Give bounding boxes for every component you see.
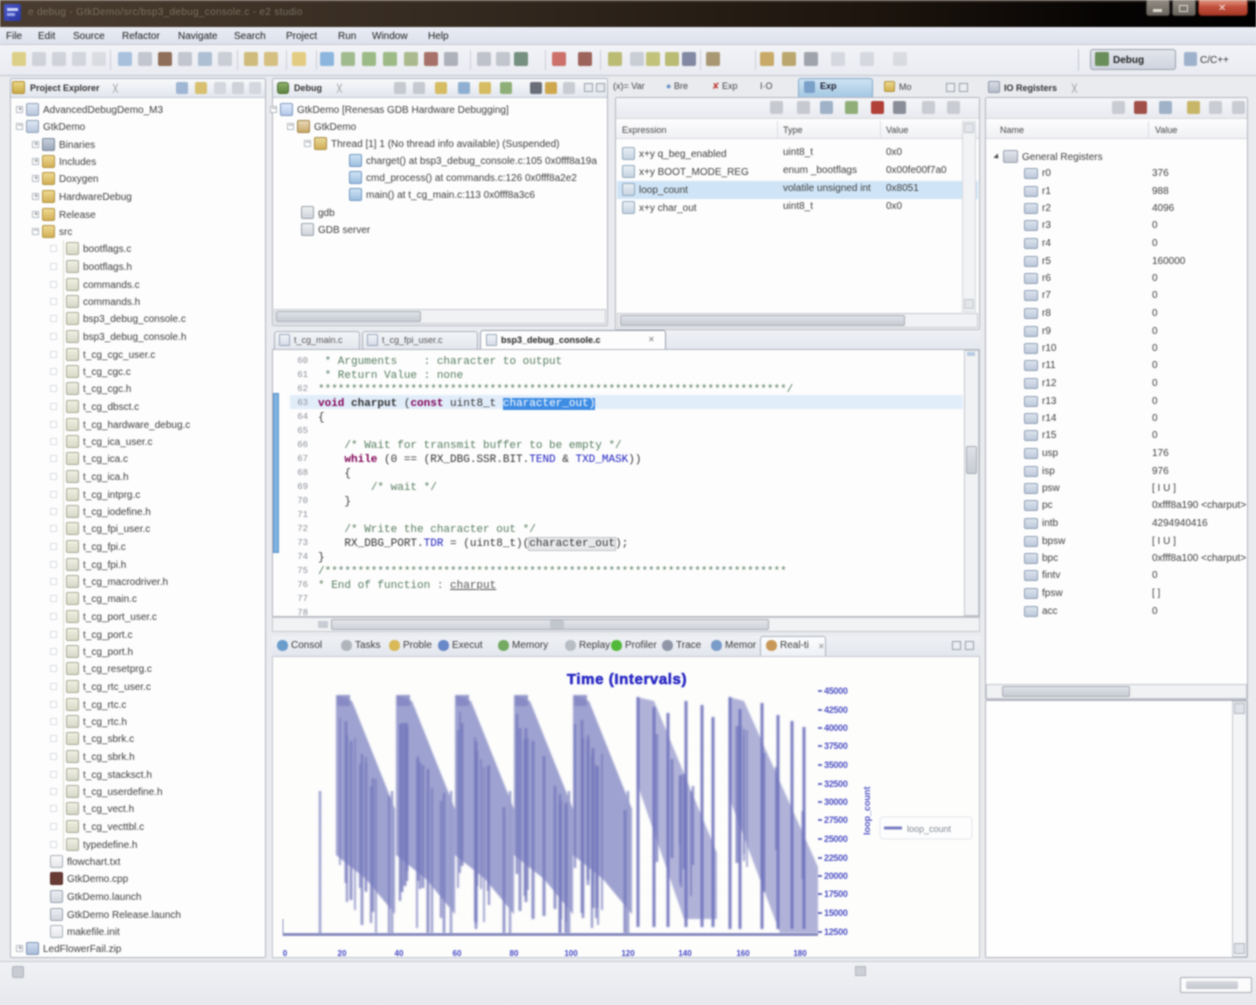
svg-text:40: 40 xyxy=(395,949,404,957)
svg-text:20000: 20000 xyxy=(824,871,848,881)
svg-text:60: 60 xyxy=(453,949,462,957)
svg-text:45000: 45000 xyxy=(824,686,848,696)
svg-text:0: 0 xyxy=(283,949,288,957)
svg-text:120: 120 xyxy=(621,949,635,957)
svg-text:loop_count: loop_count xyxy=(907,824,952,834)
svg-text:15000: 15000 xyxy=(824,908,848,918)
svg-text:160: 160 xyxy=(736,949,750,957)
svg-text:17500: 17500 xyxy=(824,889,848,899)
svg-text:140: 140 xyxy=(678,949,692,957)
svg-text:loop_count: loop_count xyxy=(862,787,872,836)
svg-text:25000: 25000 xyxy=(824,834,848,844)
svg-text:20: 20 xyxy=(338,949,347,957)
svg-text:180: 180 xyxy=(793,949,807,957)
svg-text:Time (Intervals): Time (Intervals) xyxy=(567,671,687,688)
svg-text:30000: 30000 xyxy=(824,797,848,807)
svg-text:100: 100 xyxy=(564,949,578,957)
svg-text:35000: 35000 xyxy=(824,760,848,770)
svg-text:40000: 40000 xyxy=(824,723,848,733)
svg-text:32500: 32500 xyxy=(824,779,848,789)
svg-text:37500: 37500 xyxy=(824,741,848,751)
svg-text:80: 80 xyxy=(510,949,519,957)
svg-text:22500: 22500 xyxy=(824,853,848,863)
svg-text:27500: 27500 xyxy=(824,815,848,825)
svg-text:12500: 12500 xyxy=(824,927,848,937)
svg-text:42500: 42500 xyxy=(824,705,848,715)
